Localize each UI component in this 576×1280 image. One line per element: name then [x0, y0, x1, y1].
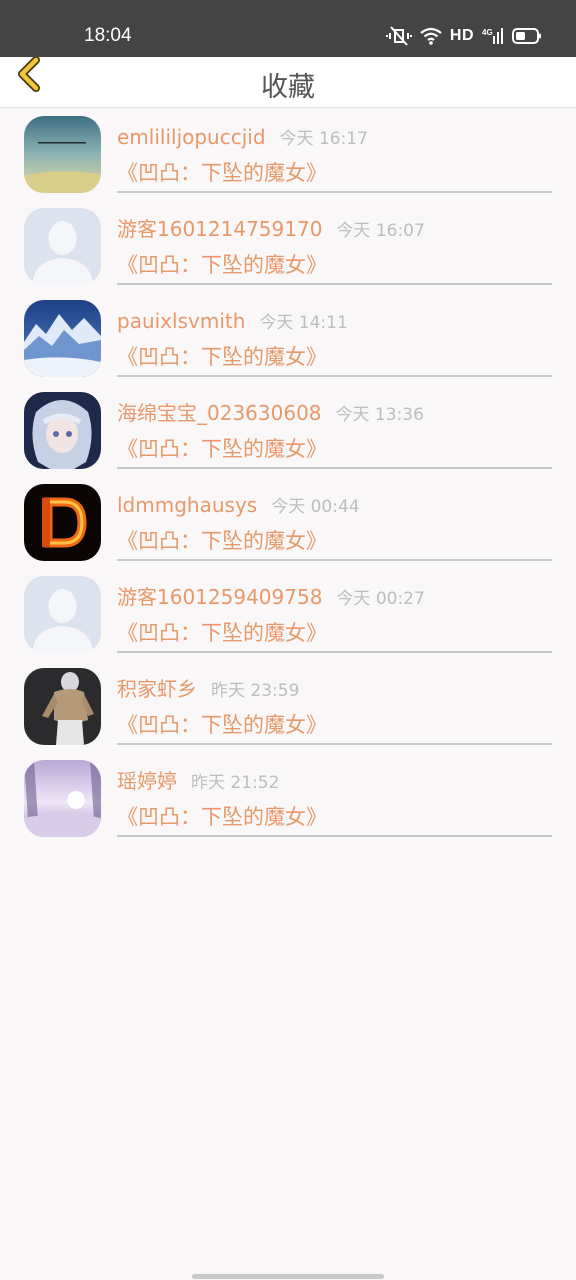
wifi-icon	[420, 27, 442, 45]
username[interactable]: 海绵宝宝_023630608 今天 13:36	[117, 400, 424, 428]
username-text: 海绵宝宝_023630608	[117, 401, 322, 425]
book-title-link[interactable]: 《凹凸：下坠的魔女》	[117, 619, 327, 647]
book-title-link[interactable]: 《凹凸：下坠的魔女》	[117, 527, 327, 555]
list-item[interactable]: 游客1601259409758 今天 00:27 《凹凸：下坠的魔女》	[0, 568, 576, 660]
list-item[interactable]: pauixlsvmith 今天 14:11 《凹凸：下坠的魔女》	[0, 292, 576, 384]
svg-text:4G: 4G	[482, 28, 493, 37]
divider	[117, 191, 552, 193]
timestamp: 今天 13:36	[335, 405, 424, 425]
username[interactable]: 游客1601214759170 今天 16:07	[117, 216, 425, 244]
list-item[interactable]: 积家虾乡 昨天 23:59 《凹凸：下坠的魔女》	[0, 660, 576, 752]
username[interactable]: 瑶婷婷 昨天 21:52	[117, 768, 279, 796]
divider	[117, 375, 552, 377]
timestamp: 今天 16:07	[336, 221, 425, 241]
header-bar: 收藏	[0, 56, 576, 108]
book-title-link[interactable]: 《凹凸：下坠的魔女》	[117, 159, 327, 187]
username[interactable]: pauixlsvmith 今天 14:11	[117, 308, 348, 336]
favorites-list: emlililjopuccjid 今天 16:17 《凹凸：下坠的魔女》 游客16…	[0, 108, 576, 844]
list-item[interactable]: emlililjopuccjid 今天 16:17 《凹凸：下坠的魔女》	[0, 108, 576, 200]
divider	[117, 283, 552, 285]
avatar-winter-forest[interactable]	[24, 760, 101, 837]
list-item[interactable]: 瑶婷婷 昨天 21:52 《凹凸：下坠的魔女》	[0, 752, 576, 844]
username-text: ldmmghausys	[117, 493, 258, 517]
username-text: 游客1601259409758	[117, 585, 323, 609]
status-bar: 18:04 HD 4G	[0, 0, 576, 57]
username-text: 积家虾乡	[117, 677, 197, 701]
page-title: 收藏	[261, 72, 315, 103]
avatar-landscape-sky[interactable]	[24, 116, 101, 193]
list-item[interactable]: ldmmghausys 今天 00:44 《凹凸：下坠的魔女》	[0, 476, 576, 568]
avatar-default-person[interactable]	[24, 576, 101, 653]
divider	[117, 467, 552, 469]
username-text: 瑶婷婷	[117, 769, 177, 793]
username[interactable]: emlililjopuccjid 今天 16:17	[117, 124, 368, 152]
timestamp: 今天 00:27	[336, 589, 425, 609]
timestamp: 今天 14:11	[259, 313, 348, 333]
avatar-default-person[interactable]	[24, 208, 101, 285]
signal-4g-icon: 4G	[482, 26, 504, 46]
timestamp: 昨天 21:52	[191, 773, 280, 793]
timestamp: 昨天 23:59	[211, 681, 300, 701]
username[interactable]: ldmmghausys 今天 00:44	[117, 492, 360, 520]
status-time: 18:04	[84, 25, 132, 46]
username-text: 游客1601214759170	[117, 217, 323, 241]
book-title-link[interactable]: 《凹凸：下坠的魔女》	[117, 343, 327, 371]
battery-icon	[512, 27, 542, 45]
avatar-tattooed-man[interactable]	[24, 668, 101, 745]
avatar-snowy-mountain[interactable]	[24, 300, 101, 377]
username[interactable]: 游客1601259409758 今天 00:27	[117, 584, 425, 612]
mute-vibrate-icon	[385, 26, 412, 46]
divider	[117, 651, 552, 653]
home-indicator[interactable]	[192, 1274, 384, 1279]
avatar-fire-letter[interactable]	[24, 484, 101, 561]
list-item[interactable]: 游客1601214759170 今天 16:07 《凹凸：下坠的魔女》	[0, 200, 576, 292]
book-title-link[interactable]: 《凹凸：下坠的魔女》	[117, 251, 327, 279]
book-title-link[interactable]: 《凹凸：下坠的魔女》	[117, 711, 327, 739]
hd-label: HD	[449, 27, 474, 44]
book-title-link[interactable]: 《凹凸：下坠的魔女》	[117, 803, 327, 831]
avatar-anime-girl[interactable]	[24, 392, 101, 469]
divider	[117, 835, 552, 837]
username-text: pauixlsvmith	[117, 309, 246, 333]
divider	[117, 559, 552, 561]
book-title-link[interactable]: 《凹凸：下坠的魔女》	[117, 435, 327, 463]
divider	[117, 743, 552, 745]
username-text: emlililjopuccjid	[117, 125, 266, 149]
list-item[interactable]: 海绵宝宝_023630608 今天 13:36 《凹凸：下坠的魔女》	[0, 384, 576, 476]
timestamp: 今天 00:44	[271, 497, 360, 517]
timestamp: 今天 16:17	[279, 129, 368, 149]
username[interactable]: 积家虾乡 昨天 23:59	[117, 676, 299, 704]
status-icons: HD 4G	[385, 25, 542, 47]
